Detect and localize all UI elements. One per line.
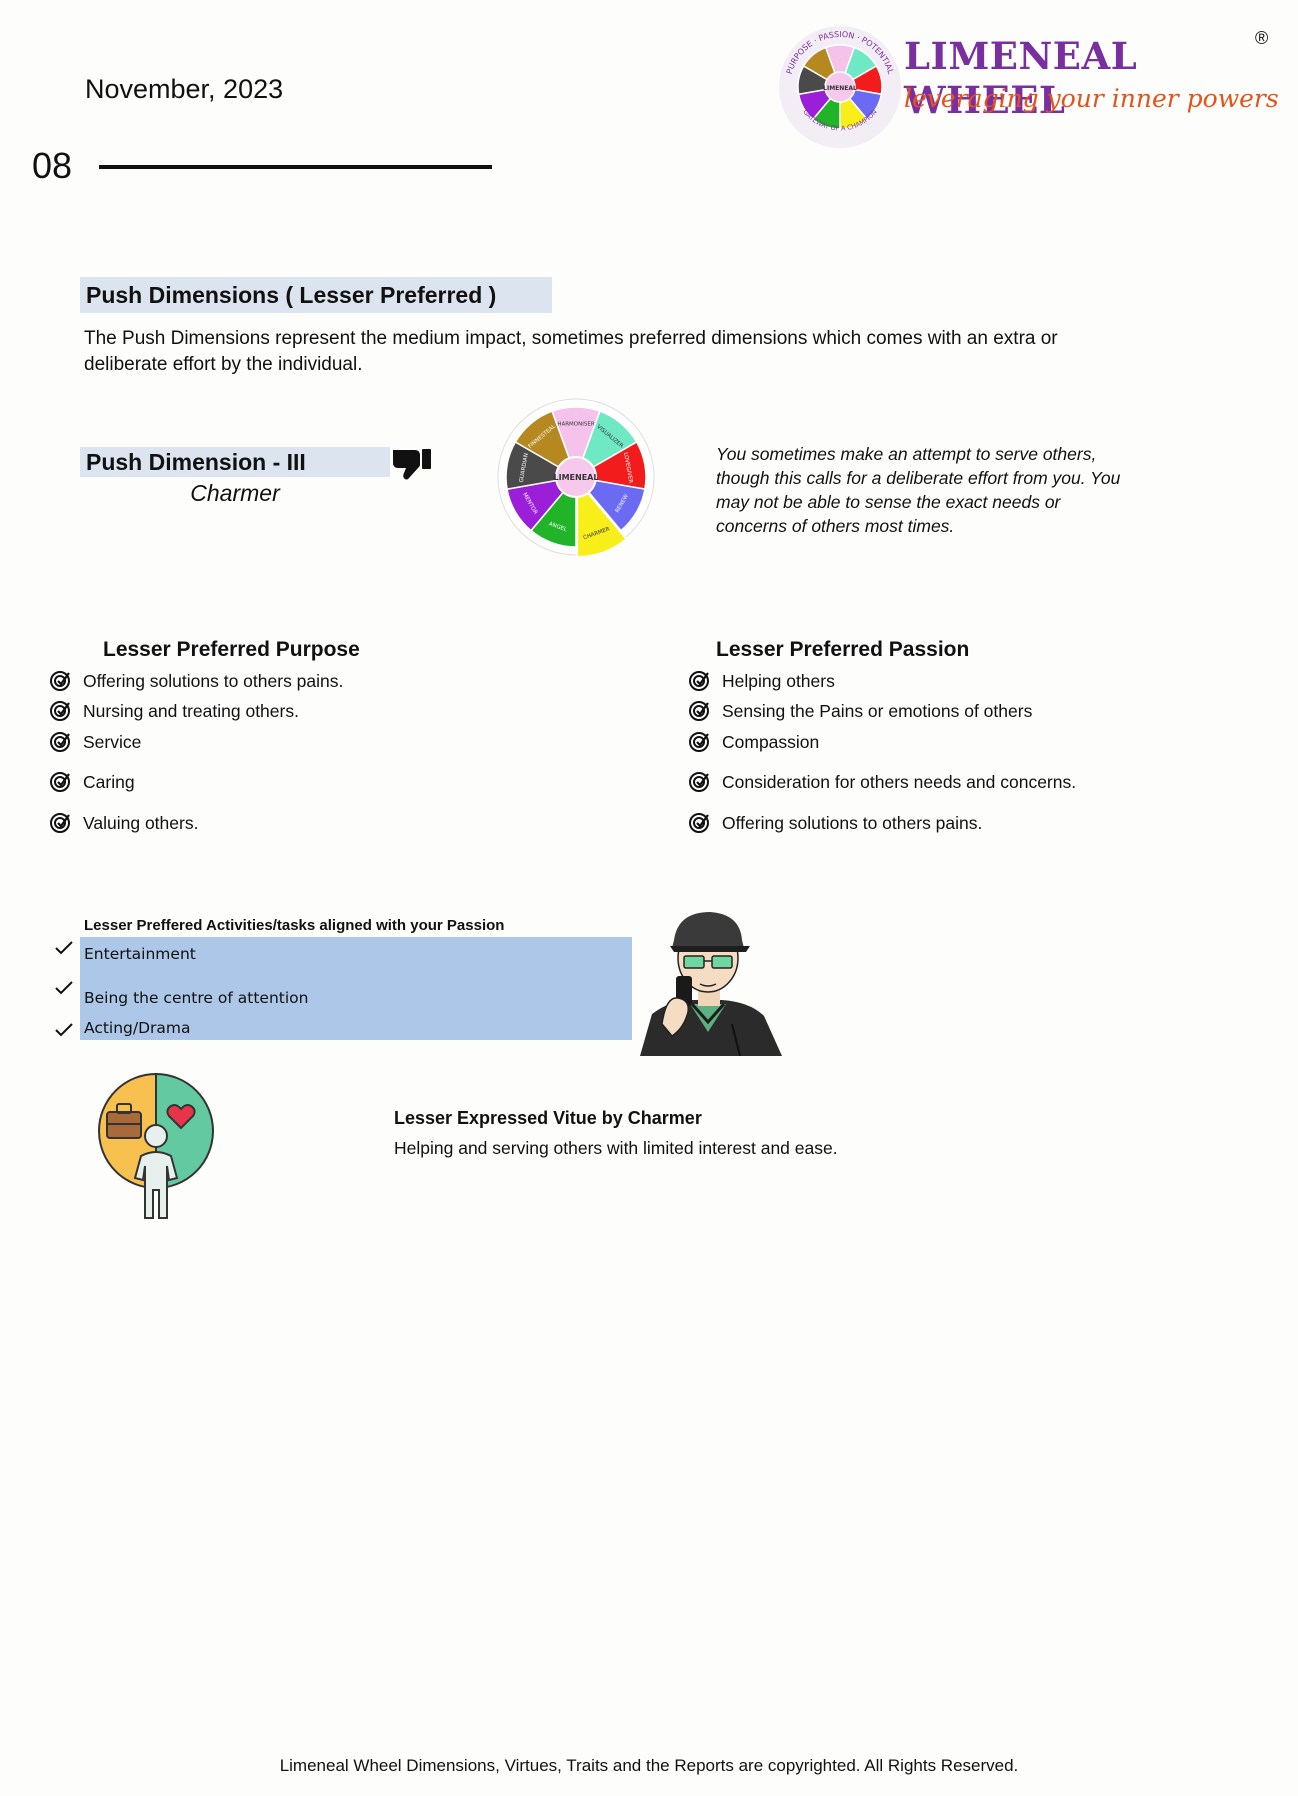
- list-item-label: Service: [83, 731, 142, 752]
- purpose-heading: Lesser Preferred Purpose: [103, 638, 360, 661]
- push-dimensions-heading: Push Dimensions ( Lesser Preferred ): [80, 277, 552, 313]
- list-item-label: Nursing and treating others.: [83, 700, 299, 721]
- activities-title: Lesser Preffered Activities/tasks aligne…: [84, 917, 505, 934]
- list-item-label: Offering solutions to others pains.: [722, 812, 983, 833]
- target-check-icon: [689, 701, 709, 721]
- limeneal-logo-wheel-icon: LIMENEAL PURPOSE · PASSION · POTENTIAL G…: [779, 26, 901, 148]
- checkmark-icon: [55, 981, 73, 995]
- passion-item: Offering solutions to others pains.: [688, 812, 982, 834]
- target-check-icon: [689, 732, 709, 752]
- target-check-icon: [689, 813, 709, 833]
- virtue-text: Helping and serving others with limited …: [394, 1138, 838, 1158]
- activity-item: Being the centre of attention: [84, 989, 309, 1007]
- activity-item: Acting/Drama: [84, 1019, 191, 1037]
- passion-item: Sensing the Pains or emotions of others: [688, 700, 1032, 722]
- passion-item: Compassion: [688, 731, 819, 753]
- activity-item: Entertainment: [84, 945, 196, 963]
- target-check-icon: [689, 772, 709, 792]
- header-rule: [99, 165, 492, 169]
- target-check-icon: [50, 701, 70, 721]
- person-with-phone-illustration: [640, 912, 782, 1056]
- target-check-icon: [50, 772, 70, 792]
- dimension-title: Push Dimension - III: [80, 447, 390, 477]
- dimension-description: You sometimes make an attempt to serve o…: [716, 444, 1121, 536]
- thumbs-down-icon: [393, 449, 431, 480]
- checkmark-icon: [55, 1023, 73, 1037]
- list-item-label: Caring: [83, 771, 135, 792]
- passion-item: Consideration for others needs and conce…: [688, 771, 1076, 793]
- push-dimensions-intro: The Push Dimensions represent the medium…: [84, 328, 1058, 375]
- wheel-center-label: LIMENEAL: [554, 473, 599, 482]
- list-item-label: Helping others: [722, 670, 835, 691]
- purpose-item: Valuing others.: [49, 812, 198, 834]
- brand-tagline: leveraging your inner powers: [904, 84, 1279, 113]
- target-check-icon: [689, 671, 709, 691]
- virtue-heading: Lesser Expressed Vitue by Charmer: [394, 1108, 702, 1128]
- checkmark-icon: [55, 941, 73, 955]
- logo-center-label: LIMENEAL: [823, 85, 857, 92]
- purpose-item: Caring: [49, 771, 135, 793]
- work-life-balance-icon: [98, 1072, 214, 1219]
- target-check-icon: [50, 671, 70, 691]
- report-date: November, 2023: [85, 74, 284, 104]
- list-item-label: Valuing others.: [83, 812, 199, 833]
- target-check-icon: [50, 813, 70, 833]
- dimension-name: Charmer: [190, 480, 280, 506]
- purpose-item: Offering solutions to others pains.: [49, 670, 343, 692]
- passion-item: Helping others: [688, 670, 835, 692]
- list-item-label: Compassion: [722, 731, 820, 752]
- list-item-label: Offering solutions to others pains.: [83, 670, 344, 691]
- purpose-item: Nursing and treating others.: [49, 700, 299, 722]
- purpose-item: Service: [49, 731, 141, 753]
- target-check-icon: [50, 732, 70, 752]
- copyright-footer: Limeneal Wheel Dimensions, Virtues, Trai…: [279, 1756, 1019, 1775]
- wheel-segment-label: HARMONISER: [557, 422, 594, 428]
- passion-heading: Lesser Preferred Passion: [716, 638, 970, 661]
- limeneal-dimension-wheel: HARMONISER VISUALIZERLOVEGIVERRENEWCHARME…: [497, 398, 655, 557]
- list-item-label: Sensing the Pains or emotions of others: [722, 700, 1033, 721]
- page-number: 08: [32, 145, 73, 186]
- list-item-label: Consideration for others needs and conce…: [722, 771, 1077, 792]
- registered-mark: ®: [1255, 28, 1269, 48]
